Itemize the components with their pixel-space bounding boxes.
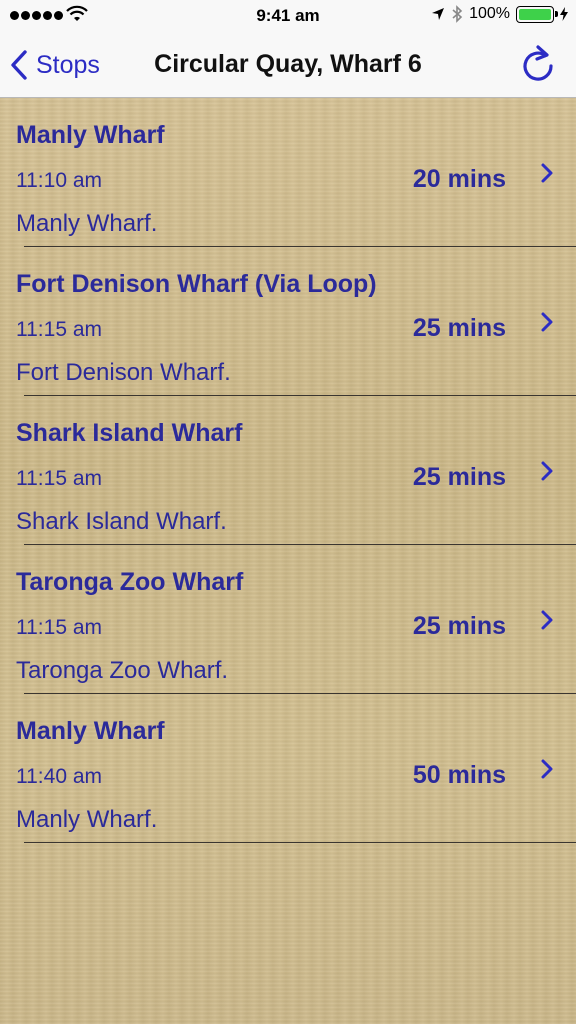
departure-mins: 20 mins [412,165,506,193]
chevron-right-icon [541,461,553,481]
departure-time: 11:40 am [16,765,102,788]
status-right: 100% [431,5,568,23]
battery-icon [516,5,558,23]
status-bar: 9:41 am 100% [0,0,576,32]
chevron-right-icon [541,759,553,779]
departure-destination: Shark Island Wharf [16,419,243,447]
charging-bolt-icon [560,7,568,21]
bluetooth-icon [452,5,463,23]
departure-row[interactable]: Shark Island Wharf 11:15 am 25 mins Shar… [0,396,576,545]
chevron-right-icon [541,163,553,183]
departure-mins: 25 mins [412,463,506,491]
departure-subtitle: Shark Island Wharf. [16,508,227,535]
departure-time: 11:10 am [16,169,102,192]
chevron-right-icon [541,312,553,332]
battery-percent: 100% [469,5,510,22]
departure-destination: Manly Wharf [16,121,165,149]
departure-row[interactable]: Manly Wharf 11:40 am 50 mins Manly Wharf… [0,694,576,843]
departure-mins: 25 mins [412,612,506,640]
departure-destination: Fort Denison Wharf (Via Loop) [16,270,377,298]
departure-row[interactable]: Fort Denison Wharf (Via Loop) 11:15 am 2… [0,247,576,396]
departure-mins: 25 mins [412,314,506,342]
departure-time: 11:15 am [16,467,102,490]
departure-destination: Manly Wharf [16,717,165,745]
chevron-right-icon [541,610,553,630]
departure-subtitle: Manly Wharf. [16,806,158,833]
departure-time: 11:15 am [16,616,102,639]
location-arrow-icon [432,8,445,20]
departure-row[interactable]: Manly Wharf 11:10 am 20 mins Manly Wharf… [0,98,576,247]
refresh-icon[interactable] [520,44,556,84]
departures-list: Manly Wharf 11:10 am 20 mins Manly Wharf… [0,98,576,1024]
departure-subtitle: Manly Wharf. [16,210,158,237]
row-divider [24,842,576,843]
page-title: Circular Quay, Wharf 6 [154,50,422,78]
departure-subtitle: Fort Denison Wharf. [16,359,231,386]
departure-time: 11:15 am [16,318,102,341]
departure-row[interactable]: Taronga Zoo Wharf 11:15 am 25 mins Taron… [0,545,576,694]
navigation-bar: Stops Circular Quay, Wharf 6 [0,32,576,98]
departure-destination: Taronga Zoo Wharf [16,568,244,596]
departure-mins: 50 mins [412,761,506,789]
departure-subtitle: Taronga Zoo Wharf. [16,657,229,684]
